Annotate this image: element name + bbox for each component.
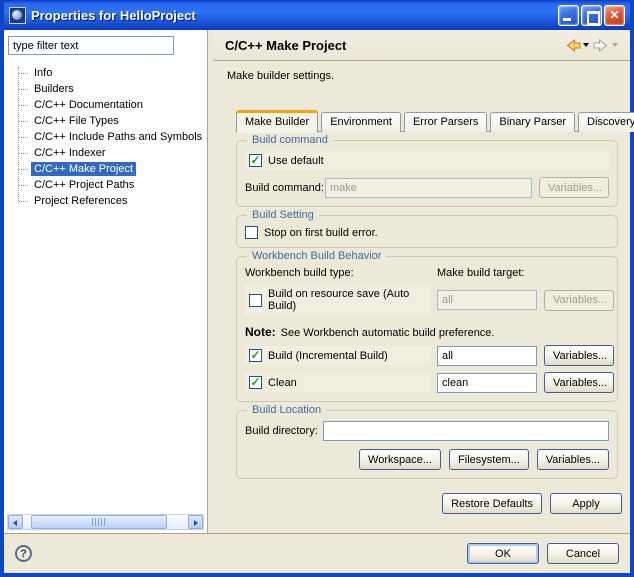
window-icon (9, 7, 26, 24)
incremental-build-checkbox[interactable] (249, 349, 262, 362)
tree-item-cpp-project-paths[interactable]: C/C++ Project Paths (4, 177, 207, 193)
tab-bar: Make Builder Environment Error Parsers B… (236, 109, 618, 132)
forward-arrow-icon (593, 39, 610, 52)
content-panel: C/C++ Make Project Make builder settings… (213, 30, 630, 533)
incremental-build-row: Build (Incremental Build) Variables... (245, 345, 609, 366)
sidebar: Info Builders C/C++ Documentation C/C++ … (4, 30, 207, 533)
workbench-group-title: Workbench Build Behavior (247, 250, 386, 262)
stop-on-error-label: Stop on first build error. (264, 227, 378, 239)
tab-environment[interactable]: Environment (321, 112, 401, 132)
properties-tree: Info Builders C/C++ Documentation C/C++ … (4, 65, 207, 209)
tab-make-builder[interactable]: Make Builder (236, 110, 318, 133)
workbench-build-behavior-group: Workbench Build Behavior Workbench build… (236, 256, 618, 402)
stop-on-error-row: Stop on first build error. (245, 226, 609, 239)
tree-horizontal-scrollbar[interactable] (7, 514, 204, 530)
clean-row: Clean Variables... (245, 372, 609, 393)
forward-button[interactable] (591, 37, 620, 54)
build-directory-label: Build directory: (245, 425, 323, 437)
apply-button[interactable]: Apply (550, 493, 622, 514)
build-directory-input[interactable] (323, 421, 609, 441)
clean-checkbox[interactable] (249, 376, 262, 389)
clean-target-input[interactable] (437, 373, 537, 393)
back-dropdown-icon[interactable] (583, 43, 589, 47)
auto-build-row: Build on resource save (Auto Build) Vari… (245, 285, 609, 315)
make-build-target-label: Make build target: (437, 267, 524, 279)
build-setting-group: Build Setting Stop on first build error. (236, 215, 618, 248)
page-title: C/C++ Make Project (225, 38, 562, 53)
auto-build-variables-button[interactable]: Variables... (544, 290, 614, 311)
maximize-button[interactable] (581, 5, 602, 26)
forward-dropdown-icon[interactable] (612, 43, 618, 47)
scroll-left-icon[interactable] (8, 515, 23, 529)
clean-label: Clean (268, 377, 297, 389)
build-command-variables-button[interactable]: Variables... (539, 177, 609, 198)
tab-error-parsers[interactable]: Error Parsers (404, 112, 487, 132)
build-command-group: Build command Use default Build command:… (236, 140, 618, 207)
close-button[interactable]: ✕ (604, 5, 625, 26)
page-header: C/C++ Make Project (213, 30, 630, 61)
note-label: Note: (245, 325, 276, 339)
build-command-group-title: Build command (247, 134, 333, 146)
auto-build-label: Build on resource save (Auto Build) (268, 288, 427, 312)
ok-button[interactable]: OK (467, 543, 539, 564)
incremental-build-target-input[interactable] (437, 346, 537, 366)
auto-build-checkbox[interactable] (249, 294, 262, 307)
minimize-button[interactable] (558, 5, 579, 26)
clean-variables-button[interactable]: Variables... (544, 372, 614, 393)
scrollbar-grip-icon (92, 518, 105, 526)
tab-binary-parser[interactable]: Binary Parser (490, 112, 575, 132)
tree-item-cpp-documentation[interactable]: C/C++ Documentation (4, 97, 207, 113)
filesystem-button[interactable]: Filesystem... (449, 449, 529, 470)
scrollbar-thumb[interactable] (31, 515, 166, 529)
tree-item-project-references[interactable]: Project References (4, 193, 207, 209)
dialog-footer: ? OK Cancel (4, 533, 630, 573)
window-title: Properties for HelloProject (31, 8, 553, 23)
build-command-label: Build command: (245, 182, 325, 194)
tree-item-builders[interactable]: Builders (4, 81, 207, 97)
incremental-build-label: Build (Incremental Build) (268, 350, 388, 362)
build-location-group: Build Location Build directory: Workspac… (236, 410, 618, 479)
tab-discovery-options[interactable]: Discovery Options (578, 112, 634, 132)
workbench-note: Note: See Workbench automatic build pref… (245, 325, 609, 339)
help-icon[interactable]: ? (15, 545, 32, 562)
build-location-variables-button[interactable]: Variables... (537, 449, 609, 470)
tree-item-info[interactable]: Info (4, 65, 207, 81)
tree-item-cpp-make-project[interactable]: C/C++ Make Project (4, 161, 207, 177)
properties-dialog: Properties for HelloProject ✕ Info Build… (0, 0, 634, 577)
build-setting-group-title: Build Setting (247, 209, 319, 221)
use-default-row: Use default (245, 151, 609, 170)
auto-build-target-input[interactable] (437, 290, 537, 310)
tree-item-cpp-include-paths[interactable]: C/C++ Include Paths and Symbols (4, 129, 207, 145)
workbench-build-type-label: Workbench build type: (245, 267, 437, 279)
back-arrow-icon (564, 39, 581, 52)
scroll-right-icon[interactable] (188, 515, 203, 529)
filter-input[interactable] (8, 36, 174, 55)
page-description: Make builder settings. (227, 70, 616, 82)
titlebar[interactable]: Properties for HelloProject ✕ (4, 0, 630, 30)
back-button[interactable] (562, 37, 591, 54)
restore-defaults-button[interactable]: Restore Defaults (442, 493, 542, 514)
workspace-button[interactable]: Workspace... (359, 449, 441, 470)
incremental-build-variables-button[interactable]: Variables... (544, 345, 614, 366)
build-command-input[interactable] (325, 178, 532, 198)
build-location-group-title: Build Location (247, 404, 326, 416)
tree-item-cpp-indexer[interactable]: C/C++ Indexer (4, 145, 207, 161)
tree-item-cpp-file-types[interactable]: C/C++ File Types (4, 113, 207, 129)
use-default-checkbox[interactable] (249, 154, 262, 167)
note-text: See Workbench automatic build preference… (281, 327, 495, 339)
stop-on-error-checkbox[interactable] (245, 226, 258, 239)
cancel-button[interactable]: Cancel (547, 543, 619, 564)
use-default-label: Use default (268, 155, 324, 167)
